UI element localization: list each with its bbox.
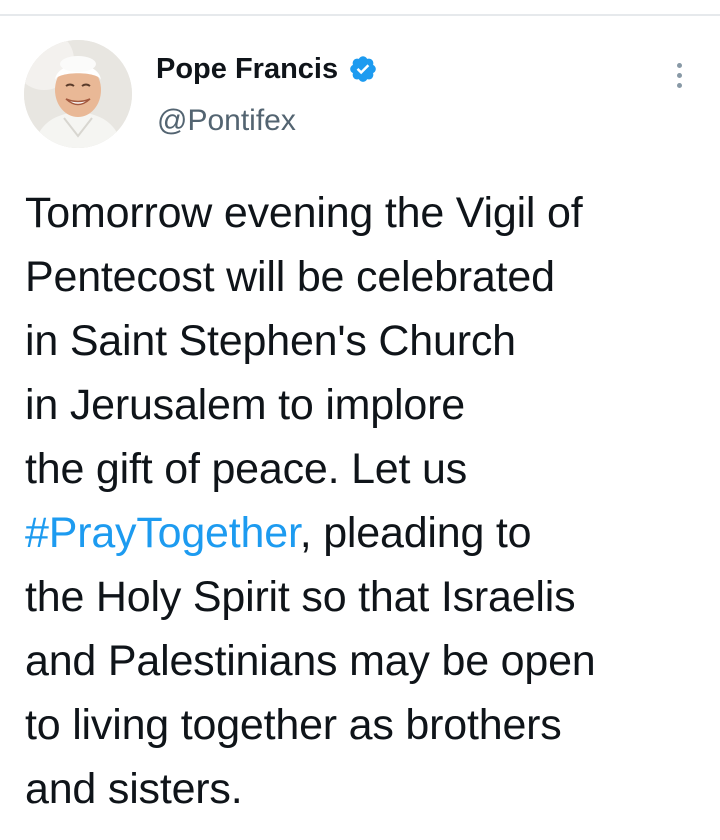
tweet-line: the gift of peace. Let us [25,445,468,493]
author-name-text[interactable]: Pope Francis [156,52,338,86]
tweet-line-text: , pleading to [299,509,532,557]
tweet-line: and sisters. [25,765,243,813]
tweet-card: Pope Francis @Pontifex Tomorrow evening … [0,16,720,840]
tweet-line: to living together as brothers [25,701,562,749]
hashtag-link[interactable]: #PrayTogether [25,509,300,557]
more-vertical-icon-dot [676,72,682,78]
author-handle[interactable]: @Pontifex [157,104,296,138]
tweet-text: Tomorrow evening the Vigil of Pentecost … [25,181,715,821]
avatar[interactable] [24,40,132,148]
tweet-line: and Palestinians may be open [25,637,596,685]
tweet-line: Pentecost will be celebrated [25,253,555,301]
more-options-button[interactable] [664,54,694,96]
more-vertical-icon-dot [676,82,682,88]
tweet-line-with-hashtag: #PrayTogether, pleading to [25,501,715,565]
tweet-line: in Jerusalem to implore [25,381,465,429]
tweet-line: the Holy Spirit so that Israelis [25,573,576,621]
more-vertical-icon [676,62,682,68]
verified-badge-icon [348,54,378,84]
author-name[interactable]: Pope Francis [156,52,378,86]
tweet-line: in Saint Stephen's Church [25,317,516,365]
tweet-line: Tomorrow evening the Vigil of [25,189,583,237]
